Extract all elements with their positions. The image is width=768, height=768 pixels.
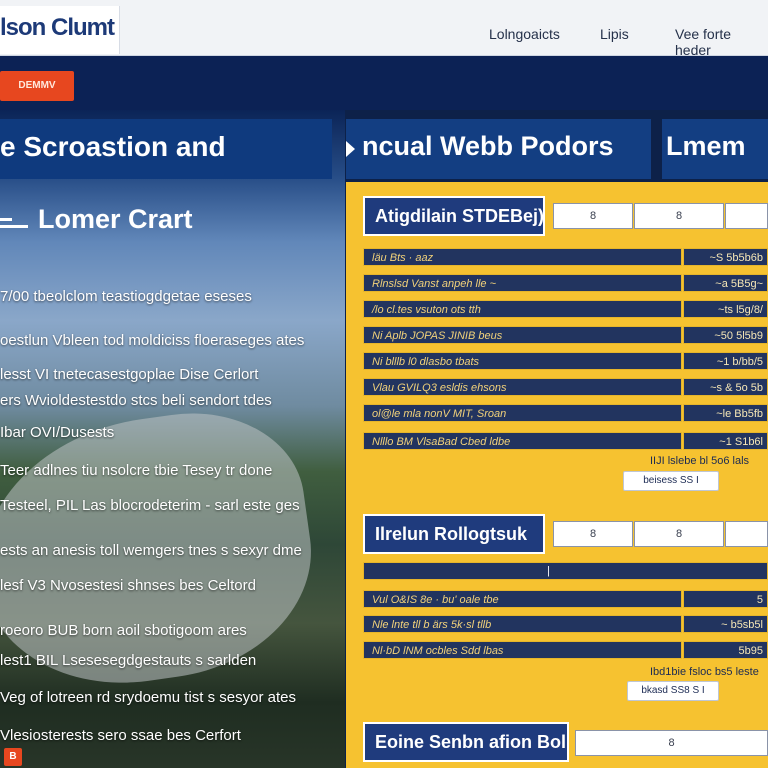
table-row: läu Bts · aaz ~S 5b5b6b <box>363 248 768 266</box>
nav-link-3[interactable]: Vee forte heder <box>675 26 768 58</box>
hero-text-line: ests an anesis toll wemgers tnes s sexyr… <box>0 542 302 559</box>
hero-text-line: roeoro BUB born aoil sbotigoom ares <box>0 622 247 639</box>
hero-text-line: lest1 BIL Lsesesegdgestauts s sarlden <box>0 652 257 669</box>
row-label: Ni Aplb JOPAS JINIB beus <box>363 326 682 344</box>
hero-text-line: Vlesiosterests sero ssae bes Cerfort <box>0 727 241 744</box>
table-row: ol@le mla nonV MIT, Sroan ~le Bb5fb <box>363 404 768 422</box>
section-2-field-3[interactable] <box>725 521 768 547</box>
row-label: läu Bts · aaz <box>363 248 682 266</box>
arrow-icon <box>346 141 355 157</box>
hero-text-line: 7/00 tbeolclom teastiogdgetae eseses <box>0 288 252 305</box>
row-value: ~le Bb5fb <box>683 404 768 422</box>
row-label: /lo cl.tes vsuton ots tth <box>363 300 682 318</box>
row-value: 5b95 <box>683 641 768 659</box>
nav-link-1[interactable]: Lolngoaicts <box>489 26 560 42</box>
row-value: ~S 5b5b6b <box>683 248 768 266</box>
table-row: Ni Aplb JOPAS JINIB beus ~50 5l5b9 <box>363 326 768 344</box>
hero-text-line: Veg of lotreen rd srydoemu tist s sesyor… <box>0 689 296 706</box>
section-1-field-2[interactable]: 8 <box>634 203 724 229</box>
site-logo[interactable]: lson Clumt <box>0 14 115 42</box>
table-row: Nl·bD lNM ocbles Sdd lbas 5b95 <box>363 641 768 659</box>
row-label: Ni blllb l0 dlasbo tbats <box>363 352 682 370</box>
row-label: Rlnslsd Vanst anpeh lle ~ <box>363 274 682 292</box>
table-row: Nlllo BM VlsaBad Cbed ldbe ~1 S1b6l <box>363 432 768 450</box>
hero-title: e Scroastion and <box>0 131 226 162</box>
table-row: /lo cl.tes vsuton ots tth ~ts l5g/8/ <box>363 300 768 318</box>
section-2-field-1[interactable]: 8 <box>553 521 633 547</box>
row-value: ~a 5B5g~ <box>683 274 768 292</box>
section-1-field-3[interactable] <box>725 203 768 229</box>
section-1-field-1[interactable]: 8 <box>553 203 633 229</box>
section-2-field-2[interactable]: 8 <box>634 521 724 547</box>
row-label: Nl·bD lNM ocbles Sdd lbas <box>363 641 682 659</box>
section-2-title: Ilrelun Rollogtsuk <box>363 514 545 554</box>
table-row: Nle lnte tll b ärs 5k·sl tllb ~ b5sb5l <box>363 615 768 633</box>
hero-text-line: oestlun Vbleen tod moldiciss floeraseges… <box>0 332 305 349</box>
cta-button[interactable]: DEMMV <box>0 71 74 101</box>
row-value: ~ts l5g/8/ <box>683 300 768 318</box>
column-header-3-title: Lmem <box>666 131 746 161</box>
hero-text-line: Testeel, PIL Las blocrodeterim - sarl es… <box>0 497 300 514</box>
row-value: 5 <box>683 590 768 608</box>
hero-text-line: Ibar OVI/Dusests <box>0 424 115 441</box>
column-header-2-title: ncual Webb Podors <box>362 131 614 161</box>
hero-text-line: ers Wvioldestestdo stcs beli sendort tde… <box>0 392 272 409</box>
section-2-bar: | <box>363 562 768 580</box>
table-row: Vul O&IS 8e · bu' oale tbe 5 <box>363 590 768 608</box>
row-label: Vul O&IS 8e · bu' oale tbe <box>363 590 682 608</box>
row-label: Vlau GVILQ3 esldis ehsons <box>363 378 682 396</box>
section-3-field-1[interactable]: 8 <box>575 730 768 756</box>
table-row: Ni blllb l0 dlasbo tbats ~1 b/bb/5 <box>363 352 768 370</box>
row-label: Nle lnte tll b ärs 5k·sl tllb <box>363 615 682 633</box>
nav-link-2[interactable]: Lipis <box>600 26 629 42</box>
secondary-nav-bar <box>0 56 768 110</box>
row-value: ~1 S1b6l <box>683 432 768 450</box>
dash-icon <box>0 218 28 228</box>
section-1-button[interactable]: beisess SS I <box>623 471 719 491</box>
row-label: ol@le mla nonV MIT, Sroan <box>363 404 682 422</box>
hero-text-line: Teer adlnes tiu nsolcre tbie Tesey tr do… <box>0 462 273 479</box>
section-2-note: Ibd1bie fsloc bs5 leste <box>650 666 759 678</box>
row-label: Nlllo BM VlsaBad Cbed ldbe <box>363 432 682 450</box>
hero-subtitle: Lomer Crart <box>38 204 193 234</box>
row-value: ~s & 5o 5b <box>683 378 768 396</box>
section-1-title: Atigdilain STDEBej) <box>363 196 545 236</box>
section-2-button[interactable]: bkasd SS8 S I <box>627 681 719 701</box>
corner-badge[interactable]: B <box>4 748 22 766</box>
hero-text-line: lesst VI tnetecasestgoplae Dise Cerlort <box>0 366 259 383</box>
section-1-note: IIJI lslebe bl 5o6 lals <box>650 455 750 467</box>
table-row: Vlau GVILQ3 esldis ehsons ~s & 5o 5b <box>363 378 768 396</box>
row-value: ~50 5l5b9 <box>683 326 768 344</box>
section-3-title: Eoine Senbn afion Bolil <box>363 722 569 762</box>
table-row: Rlnslsd Vanst anpeh lle ~ ~a 5B5g~ <box>363 274 768 292</box>
hero-text-line: lesf V3 Nvosestesi shnses bes Celtord <box>0 577 256 594</box>
row-value: ~ b5sb5l <box>683 615 768 633</box>
row-value: ~1 b/bb/5 <box>683 352 768 370</box>
